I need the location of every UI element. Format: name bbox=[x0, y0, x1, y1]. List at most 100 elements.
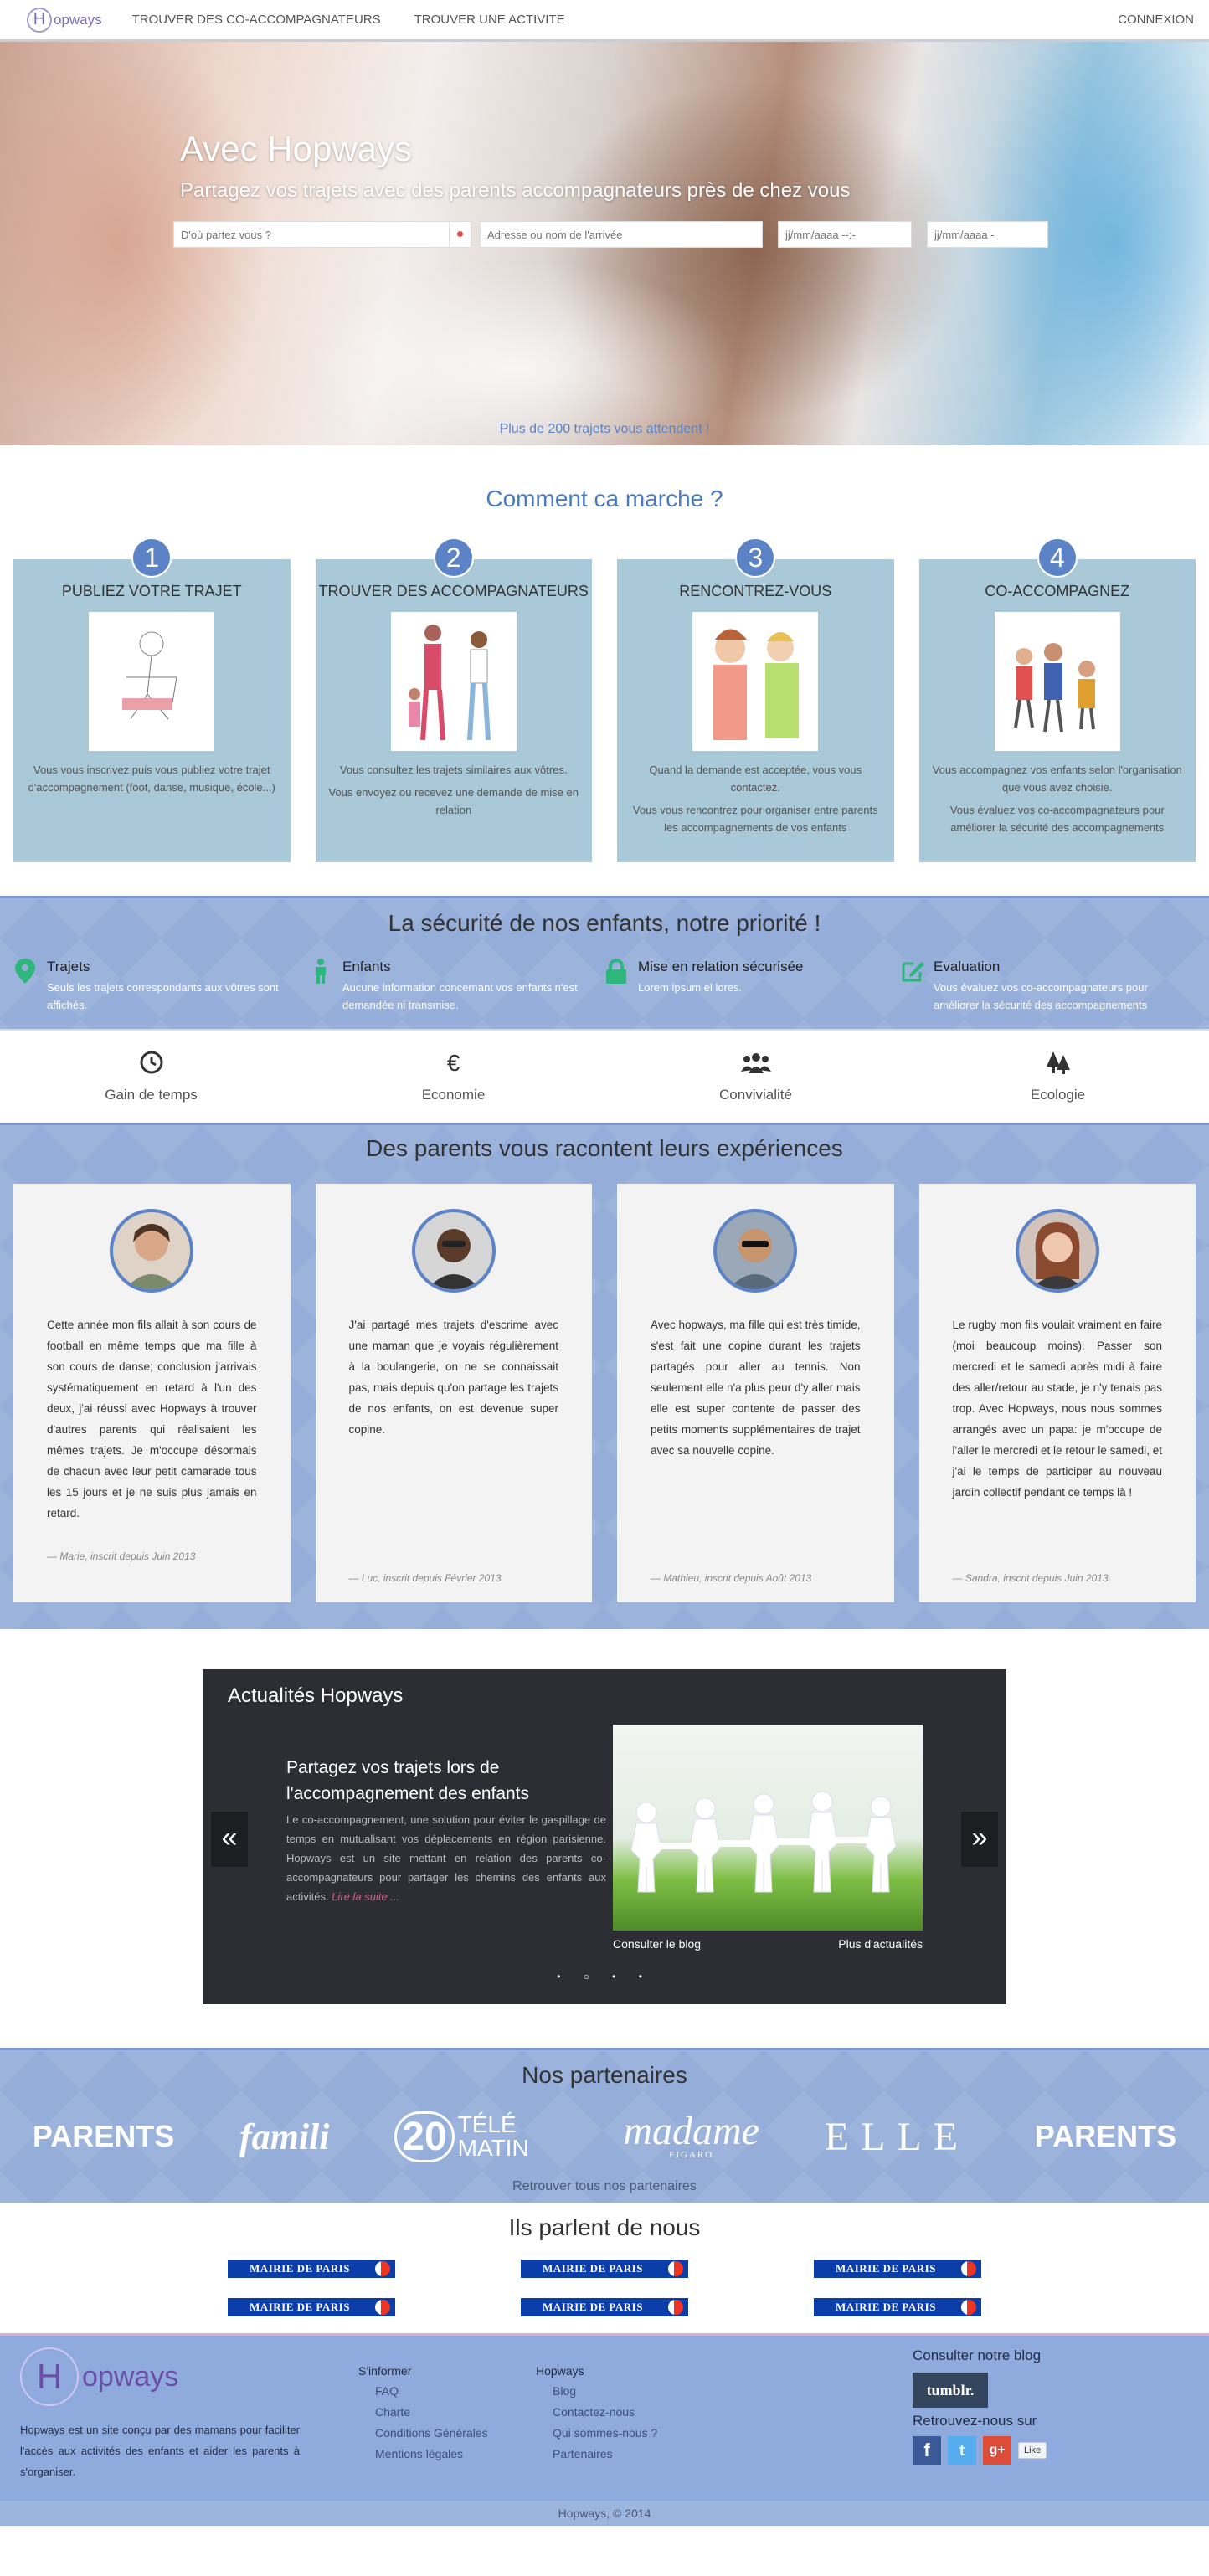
press-logo[interactable]: MAIRIE DE PARIS bbox=[228, 2260, 395, 2278]
benefit-label: Economie bbox=[421, 1087, 486, 1103]
partner-logo-parents-2[interactable]: PARENTS bbox=[1035, 2119, 1176, 2154]
testimonial-author: — Mathieu, inscrit depuis Août 2013 bbox=[651, 1572, 812, 1584]
facebook-icon[interactable]: f bbox=[913, 2436, 941, 2465]
benefit-item: Convivialité bbox=[604, 1050, 907, 1103]
step-card: 3 RENCONTREZ-VOUS Quand la demande est a… bbox=[617, 537, 894, 862]
avatar bbox=[110, 1209, 194, 1293]
partner-logo-famili[interactable]: famili bbox=[239, 2116, 330, 2158]
news-image bbox=[613, 1725, 923, 1931]
step-text: Vous consultez les trajets similaires au… bbox=[339, 764, 568, 776]
more-news-link[interactable]: Plus d'actualités bbox=[838, 1937, 923, 1951]
partner-logo-madame[interactable]: madame FIGARO bbox=[623, 2111, 759, 2161]
return-date-input[interactable] bbox=[927, 221, 1048, 248]
footer-link-mentions[interactable]: Mentions légales bbox=[358, 2444, 488, 2465]
safety-item-text: Seuls les trajets correspondants aux vôt… bbox=[47, 981, 279, 1011]
safety-item-title: Trajets bbox=[47, 959, 90, 974]
trees-icon bbox=[907, 1050, 1209, 1078]
step-text: Quand la demande est acceptée, vous vous… bbox=[649, 764, 862, 794]
footer-col-hopways: Hopways Blog Contactez-nous Qui sommes-n… bbox=[536, 2364, 657, 2465]
euro-icon: € bbox=[446, 1050, 460, 1076]
twitter-icon[interactable]: t bbox=[948, 2436, 976, 2465]
nav-find-coaccompagnateurs[interactable]: TROUVER DES CO-ACCOMPAGNATEURS bbox=[132, 13, 381, 27]
step-title: CO-ACCOMPAGNEZ bbox=[985, 583, 1130, 599]
step-text: Vous vous inscrivez puis vous publiez vo… bbox=[28, 764, 275, 794]
press-logo[interactable]: MAIRIE DE PARIS bbox=[814, 2298, 981, 2316]
testimonial-author: — Sandra, inscrit depuis Juin 2013 bbox=[952, 1572, 1109, 1584]
consult-blog-link[interactable]: Consulter le blog bbox=[613, 1937, 701, 1951]
edit-icon bbox=[900, 959, 924, 1014]
trips-count-link[interactable]: Plus de 200 trajets vous attendent ! bbox=[0, 414, 1209, 445]
avatar bbox=[713, 1209, 798, 1293]
footer-link-blog[interactable]: Blog bbox=[536, 2381, 657, 2402]
step-text: Vous vous rencontrez pour organiser entr… bbox=[632, 804, 878, 834]
footer-link-partners[interactable]: Partenaires bbox=[536, 2444, 657, 2465]
safety-item-text: Vous évaluez vos co-accompagnateurs pour… bbox=[934, 981, 1148, 1011]
carousel-indicators[interactable]: • ○ • • bbox=[203, 1971, 1006, 1982]
tumblr-button[interactable]: tumblr. bbox=[913, 2373, 988, 2408]
safety-title: La sécurité de nos enfants, notre priori… bbox=[388, 910, 821, 936]
footer-logo-text: opways bbox=[82, 2360, 179, 2393]
map-pin-icon[interactable]: ● bbox=[450, 221, 471, 248]
read-more-link[interactable]: Lire la suite ... bbox=[332, 1890, 399, 1903]
news-carousel: Actualités Hopways « » Partagez vos traj… bbox=[203, 1669, 1006, 2004]
footer-link-contact[interactable]: Contactez-nous bbox=[536, 2402, 657, 2423]
testimonial-text: Avec hopways, ma fille qui est très timi… bbox=[651, 1319, 861, 1457]
press-logo[interactable]: MAIRIE DE PARIS bbox=[814, 2260, 981, 2278]
step-illustration bbox=[89, 612, 215, 751]
carousel-prev-button[interactable]: « bbox=[211, 1812, 248, 1867]
logo[interactable]: H opways bbox=[27, 7, 102, 33]
departure-input[interactable] bbox=[173, 221, 450, 248]
all-partners-link[interactable]: Retrouver tous nos partenaires bbox=[0, 2179, 1209, 2194]
step-number: 2 bbox=[433, 537, 474, 578]
step-illustration bbox=[390, 612, 517, 751]
like-button[interactable]: Like bbox=[1018, 2442, 1047, 2459]
benefits-row: Gain de temps € Economie Convivialité Ec… bbox=[0, 1029, 1209, 1123]
press-logo[interactable]: MAIRIE DE PARIS bbox=[228, 2298, 395, 2316]
footer-link-cgu[interactable]: Conditions Générales bbox=[358, 2423, 488, 2444]
carousel-next-button[interactable]: » bbox=[961, 1812, 998, 1867]
hero-title: Avec Hopways bbox=[180, 129, 413, 168]
testimonial-card: J'ai partagé mes trajets d'escrime avec … bbox=[315, 1184, 592, 1602]
partner-logo-parents[interactable]: PARENTS bbox=[33, 2119, 174, 2154]
blog-title: Consulter notre blog bbox=[913, 2347, 1042, 2363]
step-text: Vous évaluez vos co-accompagnateurs pour… bbox=[949, 804, 1165, 834]
google-plus-icon[interactable]: g+ bbox=[983, 2436, 1011, 2465]
press-logo[interactable]: MAIRIE DE PARIS bbox=[521, 2260, 688, 2278]
social-title: Retrouvez-nous sur bbox=[913, 2413, 1037, 2429]
testimonial-card: Avec hopways, ma fille qui est très timi… bbox=[617, 1184, 894, 1602]
how-it-works-section: Comment ca marche ? 1 PUBLIEZ VOTRE TRAJ… bbox=[0, 445, 1209, 896]
safety-item-title: Enfants bbox=[342, 959, 391, 974]
departure-date-input[interactable] bbox=[778, 221, 912, 248]
press-title: Ils parlent de nous bbox=[508, 2214, 701, 2240]
benefit-label: Gain de temps bbox=[105, 1087, 198, 1103]
nav-find-activity[interactable]: TROUVER UNE ACTIVITE bbox=[414, 13, 565, 27]
step-card: 2 TROUVER DES ACCOMPAGNATEURS Vous consu… bbox=[315, 537, 592, 862]
safety-item: Trajets Seuls les trajets correspondants … bbox=[13, 959, 309, 1014]
step-number: 1 bbox=[131, 537, 172, 578]
step-card: 1 PUBLIEZ VOTRE TRAJET Vous vous inscriv… bbox=[13, 537, 291, 862]
footer-link-about[interactable]: Qui sommes-nous ? bbox=[536, 2423, 657, 2444]
partners-section: Nos partenaires PARENTS famili 20 TÉLÉ M… bbox=[0, 2048, 1209, 2203]
arrival-input[interactable] bbox=[480, 221, 763, 248]
step-title: PUBLIEZ VOTRE TRAJET bbox=[61, 583, 242, 599]
news-section-title: Actualités Hopways bbox=[228, 1684, 404, 1707]
footer-link-charte[interactable]: Charte bbox=[358, 2402, 488, 2423]
testimonial-card: Cette année mon fils allait à son cours … bbox=[13, 1184, 291, 1602]
hero-banner: Avec Hopways Partagez vos trajets avec d… bbox=[0, 42, 1209, 445]
partner-logo-telematin[interactable]: 20 TÉLÉ MATIN bbox=[394, 2111, 558, 2162]
safety-item: Enfants Aucune information concernant vos… bbox=[309, 959, 604, 1014]
logo-mark: H bbox=[27, 7, 52, 33]
benefit-item: Ecologie bbox=[907, 1050, 1209, 1103]
step-illustration bbox=[692, 612, 819, 751]
partner-logo-elle[interactable]: ELLE bbox=[825, 2114, 970, 2160]
login-link[interactable]: CONNEXION bbox=[1118, 13, 1194, 27]
step-number: 4 bbox=[1037, 537, 1078, 578]
press-logo[interactable]: MAIRIE DE PARIS bbox=[521, 2298, 688, 2316]
safety-item-text: Aucune information concernant vos enfant… bbox=[342, 981, 578, 1011]
step-title: TROUVER DES ACCOMPAGNATEURS bbox=[318, 583, 589, 599]
footer-link-faq[interactable]: FAQ bbox=[358, 2381, 488, 2402]
testimonial-text: Cette année mon fils allait à son cours … bbox=[47, 1319, 257, 1519]
safety-item-title: Evaluation bbox=[934, 959, 1001, 974]
hero-subtitle: Partagez vos trajets avec des parents ac… bbox=[180, 179, 851, 202]
partners-title: Nos partenaires bbox=[522, 2062, 687, 2088]
